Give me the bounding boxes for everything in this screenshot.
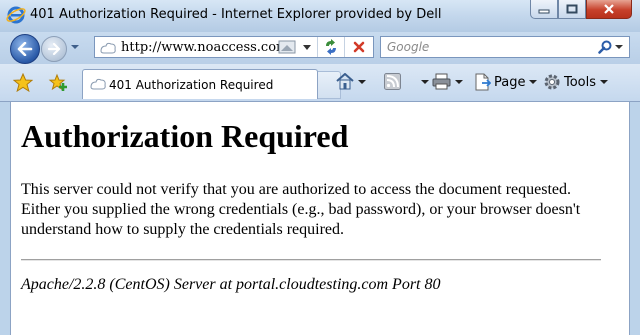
- divider: [21, 259, 601, 261]
- search-options-dropdown[interactable]: [615, 44, 623, 50]
- refresh-button[interactable]: [317, 37, 344, 57]
- back-arrow-icon: [17, 42, 33, 56]
- recent-pages-dropdown[interactable]: [70, 43, 80, 51]
- back-button[interactable]: [10, 34, 40, 64]
- search-button[interactable]: [598, 40, 623, 54]
- tools-menu[interactable]: Tools: [543, 73, 609, 91]
- home-button[interactable]: [336, 73, 366, 90]
- search-box[interactable]: Google: [380, 36, 630, 58]
- print-icon: [432, 73, 451, 90]
- title-bar: 401 Authorization Required - Internet Ex…: [0, 0, 640, 32]
- forward-button[interactable]: [41, 36, 67, 62]
- forward-arrow-icon: [47, 43, 61, 55]
- print-button[interactable]: [432, 73, 463, 90]
- stop-icon: [353, 41, 365, 53]
- tab-label: 401 Authorization Required: [109, 78, 274, 92]
- address-url[interactable]: http://www.noaccess.com: [121, 40, 288, 55]
- stop-button[interactable]: [344, 37, 373, 57]
- tab-command-bar: 401 Authorization Required Page Tools: [0, 64, 640, 102]
- refresh-icon: [326, 39, 336, 55]
- maximize-icon: [566, 4, 578, 14]
- page-heading: Authorization Required: [21, 118, 349, 154]
- window-title: 401 Authorization Required - Internet Ex…: [30, 7, 442, 22]
- search-magnifier-icon: [598, 40, 612, 54]
- internet-explorer-icon: [6, 6, 26, 24]
- feeds-dropdown[interactable]: [421, 79, 429, 85]
- navigation-bar: http://www.noaccess.com Google: [0, 32, 640, 64]
- home-icon: [336, 73, 354, 90]
- address-dropdown[interactable]: [302, 44, 312, 52]
- tools-gear-icon: [544, 74, 560, 90]
- page-menu[interactable]: Page: [473, 73, 538, 91]
- print-dropdown[interactable]: [455, 79, 463, 85]
- favorites-star-icon[interactable]: [13, 73, 33, 92]
- page-content: Authorization Required This server could…: [10, 102, 630, 335]
- minimize-button[interactable]: [530, 0, 558, 19]
- tab-active[interactable]: 401 Authorization Required: [82, 69, 318, 99]
- page-dropdown: [529, 80, 538, 84]
- feeds-icon: [384, 73, 401, 90]
- close-button[interactable]: [586, 0, 632, 19]
- page-menu-label: Page: [494, 74, 526, 90]
- minimize-icon: [538, 9, 550, 14]
- page-icon: [475, 73, 491, 91]
- address-bar[interactable]: http://www.noaccess.com: [94, 36, 374, 58]
- server-signature: Apache/2.2.8 (CentOS) Server at portal.c…: [21, 276, 441, 293]
- page-icon: [100, 42, 116, 54]
- feeds-button[interactable]: [384, 73, 429, 90]
- maximize-button[interactable]: [558, 0, 586, 19]
- home-dropdown[interactable]: [358, 79, 366, 85]
- add-favorites-icon[interactable]: [48, 73, 68, 92]
- compatibility-view-icon[interactable]: [278, 39, 296, 55]
- page-icon: [90, 78, 106, 90]
- search-placeholder: Google: [387, 40, 430, 54]
- tools-dropdown: [600, 80, 609, 84]
- tools-menu-label: Tools: [564, 74, 597, 90]
- error-message: This server could not verify that you ar…: [21, 181, 581, 238]
- close-icon: [604, 4, 614, 14]
